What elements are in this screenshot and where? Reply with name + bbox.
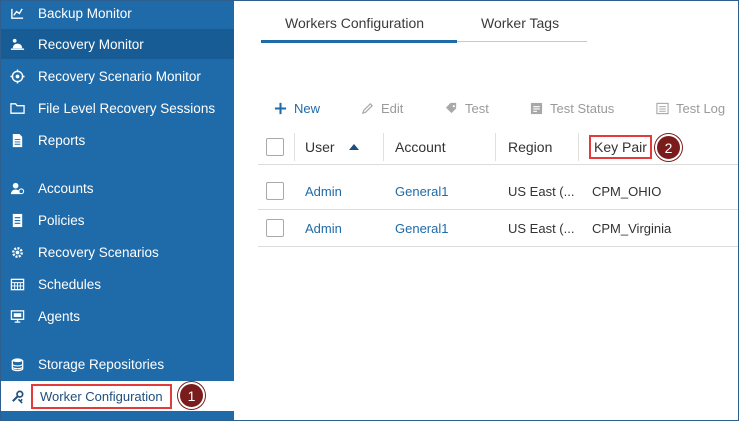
- cell-user[interactable]: Admin: [305, 210, 342, 246]
- sidebar-item-schedules[interactable]: Schedules: [1, 269, 234, 299]
- sort-ascending-icon[interactable]: [348, 143, 359, 150]
- sidebar-item-agents[interactable]: Agents: [1, 301, 234, 331]
- select-all-checkbox[interactable]: [266, 137, 284, 156]
- sidebar-item-label: Reports: [38, 132, 86, 148]
- sidebar-item-storage-repositories[interactable]: Storage Repositories: [1, 349, 234, 379]
- test-status-button-label: Test Status: [550, 101, 615, 116]
- accounts-icon: [9, 180, 25, 196]
- sidebar-item-recovery-scenario-monitor[interactable]: Recovery Scenario Monitor: [1, 61, 234, 91]
- tab-workers-configuration[interactable]: Workers Configuration: [285, 15, 424, 31]
- table-row[interactable]: Admin General1 US East (... CPM_OHIO: [258, 173, 738, 210]
- row-checkbox[interactable]: [266, 182, 284, 200]
- sidebar-item-label: Policies: [38, 212, 85, 228]
- table-row[interactable]: Admin General1 US East (... CPM_Virginia: [258, 210, 738, 247]
- column-header-region[interactable]: Region: [508, 129, 552, 164]
- column-header-user[interactable]: User: [305, 129, 359, 164]
- select-all-cell: [266, 129, 284, 164]
- sidebar-item-label: Schedules: [38, 276, 102, 292]
- column-divider: [383, 133, 384, 161]
- backup-monitor-icon: [9, 5, 25, 21]
- key-pair-highlight: Key Pair: [589, 134, 652, 159]
- gear-icon: [9, 244, 25, 260]
- test-button-label: Test: [465, 101, 489, 116]
- cell-region: US East (...: [508, 183, 575, 199]
- monitor-icon: [9, 308, 25, 324]
- column-divider: [495, 133, 496, 161]
- sidebar-item-accounts[interactable]: Accounts: [1, 173, 234, 203]
- report-icon: [9, 132, 25, 148]
- cell-user[interactable]: Admin: [305, 173, 342, 209]
- cell-account[interactable]: General1: [395, 173, 448, 209]
- sidebar-item-label: Recovery Scenario Monitor: [38, 68, 201, 84]
- tab-worker-tags[interactable]: Worker Tags: [481, 15, 559, 31]
- sidebar-item-label: Accounts: [38, 180, 94, 196]
- sidebar-item-label: Storage Repositories: [38, 356, 165, 372]
- sidebar-item-label: Agents: [38, 308, 81, 324]
- test-log-button-label: Test Log: [676, 101, 726, 116]
- app-window: Backup Monitor Recovery Monitor Recovery…: [0, 0, 739, 421]
- database-icon: [9, 356, 25, 372]
- log-icon: [655, 102, 669, 116]
- column-divider: [294, 133, 295, 161]
- row-checkbox[interactable]: [266, 219, 284, 237]
- main-panel: Workers Configuration Worker Tags New Ed…: [234, 1, 738, 420]
- cell-key-pair: CPM_Virginia: [592, 220, 672, 236]
- status-report-icon: [529, 102, 543, 116]
- sidebar-item-policies[interactable]: Policies: [1, 205, 234, 235]
- sidebar-item-label: Worker Configuration: [31, 383, 172, 409]
- row-select-cell: [266, 210, 284, 246]
- scenario-monitor-icon: [9, 68, 25, 84]
- sidebar-item-backup-monitor[interactable]: Backup Monitor: [1, 1, 234, 28]
- test-button[interactable]: Test: [444, 101, 489, 116]
- sidebar-item-label: Backup Monitor: [38, 5, 132, 21]
- column-divider: [578, 133, 579, 161]
- row-select-cell: [266, 173, 284, 209]
- sidebar-item-recovery-scenarios[interactable]: Recovery Scenarios: [1, 237, 234, 267]
- folder-icon: [9, 100, 25, 116]
- callout-badge-2: 2: [655, 134, 682, 161]
- sidebar-item-reports[interactable]: Reports: [1, 125, 234, 155]
- pencil-icon: [360, 102, 374, 116]
- test-status-button[interactable]: Test Status: [529, 101, 614, 116]
- sidebar-item-label: Recovery Monitor: [38, 36, 144, 52]
- recovery-monitor-icon: [9, 36, 25, 52]
- tools-icon: [9, 388, 25, 404]
- test-log-button[interactable]: Test Log: [655, 101, 725, 116]
- column-header-label: User: [305, 138, 335, 155]
- sidebar-item-label: File Level Recovery Sessions: [38, 100, 216, 116]
- active-tab-indicator: [261, 40, 457, 43]
- sidebar-nav: Backup Monitor Recovery Monitor Recovery…: [1, 1, 235, 420]
- tag-icon: [444, 102, 458, 116]
- sidebar-item-file-level-recovery-sessions[interactable]: File Level Recovery Sessions: [1, 93, 234, 123]
- plus-icon: [273, 102, 287, 116]
- policies-icon: [9, 212, 25, 228]
- column-header-key-pair[interactable]: Key Pair: [589, 129, 652, 164]
- sidebar-item-label: Recovery Scenarios: [38, 244, 159, 260]
- calendar-icon: [9, 276, 25, 292]
- callout-badge-1: 1: [178, 382, 205, 409]
- new-button[interactable]: New: [273, 101, 320, 116]
- edit-button[interactable]: Edit: [360, 101, 403, 116]
- new-button-label: New: [294, 101, 321, 116]
- tab-bar-divider: [457, 41, 587, 42]
- edit-button-label: Edit: [381, 101, 404, 116]
- cell-account[interactable]: General1: [395, 210, 448, 246]
- column-header-account[interactable]: Account: [395, 129, 446, 164]
- cell-region: US East (...: [508, 220, 575, 236]
- cell-key-pair: CPM_OHIO: [592, 183, 662, 199]
- sidebar-item-recovery-monitor[interactable]: Recovery Monitor: [1, 29, 234, 59]
